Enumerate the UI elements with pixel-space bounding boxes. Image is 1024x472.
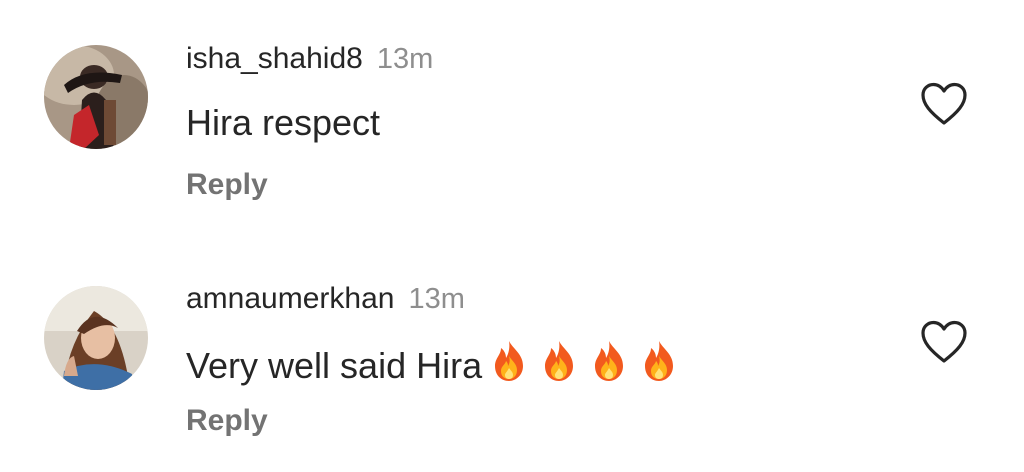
timestamp: 13m [376,43,434,75]
fire-emoji [536,338,582,384]
avatar[interactable] [44,286,148,390]
comment-item: isha_shahid8 13m Hira respect Reply [0,0,1024,236]
comment-body: Very well said Hira [186,345,483,386]
emoji-row [482,341,682,386]
comment-body: Hira respect [186,102,381,143]
comment-meta: amnaumerkhan 13m [186,282,465,316]
fire-emoji [586,338,632,384]
heart-outline-icon[interactable] [920,82,968,126]
avatar[interactable] [44,45,148,149]
comment-item: amnaumerkhan 13m Very well said Hira Repl… [0,236,1024,472]
fire-emoji [486,338,532,384]
timestamp: 13m [408,283,465,315]
avatar-image [44,286,148,390]
reply-button[interactable]: Reply [186,404,268,438]
username[interactable]: isha_shahid8 [186,42,363,75]
reply-button[interactable]: Reply [186,168,268,202]
comment-text: Very well said Hira [186,338,682,387]
heart-outline-icon[interactable] [920,320,968,364]
comment-meta: isha_shahid8 13m [186,42,433,76]
fire-emoji [636,338,682,384]
username[interactable]: amnaumerkhan [186,282,394,315]
avatar-image [44,45,148,149]
comment-text: Hira respect [186,102,380,144]
